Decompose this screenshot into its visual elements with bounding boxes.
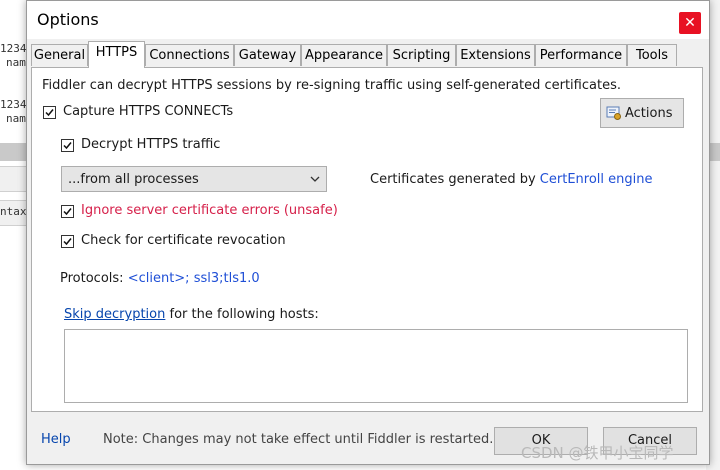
tab-tools[interactable]: Tools xyxy=(627,44,677,66)
tab-gateway[interactable]: Gateway xyxy=(234,44,301,66)
checkmark-icon xyxy=(63,142,72,150)
https-panel: Fiddler can decrypt HTTPS sessions by re… xyxy=(31,67,703,412)
bg-text-line: 1234 xyxy=(0,42,27,55)
bg-text-line: nam xyxy=(6,112,26,125)
close-icon: ✕ xyxy=(684,15,696,31)
actions-button[interactable]: Actions xyxy=(600,98,684,128)
skip-decryption-line: Skip decryption for the following hosts: xyxy=(64,307,319,322)
csdn-watermark: CSDN @铁甲小宝同学 xyxy=(521,444,674,462)
dialog-title: Options xyxy=(37,10,99,29)
tab-performance[interactable]: Performance xyxy=(535,44,627,66)
tab-connections[interactable]: Connections xyxy=(145,44,234,66)
ignore-cert-errors-label: Ignore server certificate errors (unsafe… xyxy=(81,203,338,218)
tab-extensions[interactable]: Extensions xyxy=(456,44,535,66)
check-revocation-checkbox[interactable] xyxy=(61,235,74,248)
bg-text-line: nam xyxy=(6,56,26,69)
restart-note: Note: Changes may not take effect until … xyxy=(103,432,494,447)
close-button[interactable]: ✕ xyxy=(679,12,701,34)
capture-connects-checkbox[interactable] xyxy=(43,106,56,119)
title-bar: Options ✕ xyxy=(27,1,709,39)
process-filter-value: ...from all processes xyxy=(68,172,199,187)
check-revocation-label: Check for certificate revocation xyxy=(81,233,286,248)
process-filter-dropdown[interactable]: ...from all processes xyxy=(61,166,327,192)
skip-decryption-suffix: for the following hosts: xyxy=(169,307,319,322)
decrypt-traffic-label: Decrypt HTTPS traffic xyxy=(81,137,221,152)
help-link[interactable]: Help xyxy=(41,432,71,447)
ignore-cert-errors-checkbox[interactable] xyxy=(61,205,74,218)
checkmark-icon xyxy=(63,208,72,216)
checkmark-icon xyxy=(45,109,54,117)
certificate-icon xyxy=(606,106,621,120)
certs-generated-label: Certificates generated by CertEnroll eng… xyxy=(370,172,652,187)
tab-appearance[interactable]: Appearance xyxy=(301,44,387,66)
intro-text: Fiddler can decrypt HTTPS sessions by re… xyxy=(42,78,621,93)
skip-hosts-textarea[interactable] xyxy=(64,329,688,403)
checkmark-icon xyxy=(63,238,72,246)
skip-decryption-link[interactable]: Skip decryption xyxy=(64,307,165,322)
tab-https[interactable]: HTTPS xyxy=(88,41,145,68)
protocols-link[interactable]: <client>; ssl3;tls1.0 xyxy=(128,271,260,286)
capture-connects-label: Capture HTTPS CONNECTs xyxy=(63,104,234,119)
options-dialog: Options ✕ General HTTPS Connections Gate… xyxy=(26,0,710,465)
bg-text-line: 1234 xyxy=(0,98,27,111)
decrypt-traffic-checkbox[interactable] xyxy=(61,139,74,152)
tab-general[interactable]: General xyxy=(31,44,88,66)
actions-label: Actions xyxy=(625,106,673,121)
protocols-line: Protocols: <client>; ssl3;tls1.0 xyxy=(60,271,260,286)
certs-prefix: Certificates generated by xyxy=(370,172,536,187)
bg-syntax-label: ntax xyxy=(0,205,27,218)
chevron-down-icon xyxy=(310,176,320,182)
certs-engine-link[interactable]: CertEnroll engine xyxy=(540,172,653,187)
tab-scripting[interactable]: Scripting xyxy=(387,44,456,66)
protocols-prefix: Protocols: xyxy=(60,271,124,286)
